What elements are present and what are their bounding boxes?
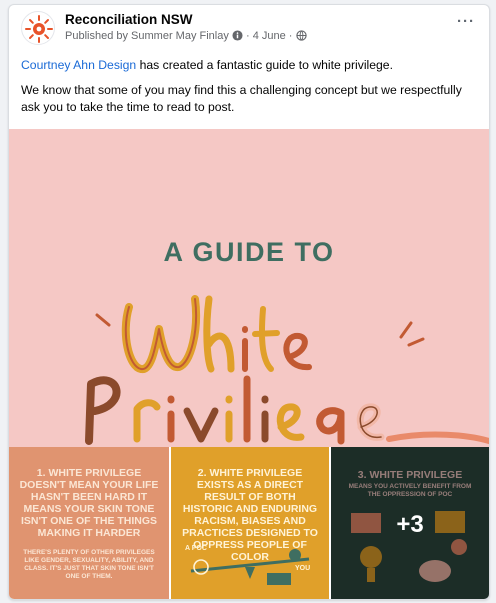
- tile-image-1[interactable]: 1. WHITE PRIVILEGE DOESN'T MEAN YOUR LIF…: [9, 447, 169, 599]
- post-header: Reconciliation NSW Published by Summer M…: [9, 5, 489, 49]
- tile-2-label-a: A POC: [185, 545, 207, 552]
- post-text: Courtney Ahn Design has created a fantas…: [21, 57, 481, 124]
- tile-1-body: THERE'S PLENTY OF OTHER PRIVILEGES LIKE …: [23, 549, 155, 580]
- tile-image-2[interactable]: 2. WHITE PRIVILEGE EXISTS AS A DIRECT RE…: [171, 447, 329, 599]
- page-name[interactable]: Reconciliation NSW: [65, 12, 193, 27]
- tile-image-3[interactable]: 3. WHITE PRIVILEGE MEANS YOU ACTIVELY BE…: [331, 447, 489, 599]
- more-photos-count[interactable]: +3: [331, 511, 489, 539]
- post-line-1: has created a fantastic guide to white p…: [136, 58, 393, 72]
- white-privilege-lettering: [85, 295, 489, 445]
- post-card: Reconciliation NSW Published by Summer M…: [8, 4, 490, 600]
- page-avatar[interactable]: [21, 11, 55, 45]
- globe-icon: [295, 30, 307, 44]
- published-by[interactable]: Published by Summer May Finlay: [65, 30, 229, 42]
- post-meta: Published by Summer May Finlay · 4 June …: [65, 30, 307, 44]
- tile-1-title: 1. WHITE PRIVILEGE DOESN'T MEAN YOUR LIF…: [19, 467, 159, 539]
- hero-image[interactable]: A GUIDE TO: [9, 129, 489, 447]
- tile-2-label-b: YOU: [295, 565, 311, 572]
- more-options-button[interactable]: ···: [457, 13, 475, 30]
- post-date[interactable]: 4 June: [253, 30, 286, 42]
- info-icon[interactable]: [232, 30, 243, 44]
- mention-link[interactable]: Courtney Ahn Design: [21, 58, 136, 72]
- post-line-2: We know that some of you may find this a…: [21, 83, 462, 114]
- image-tiles: 1. WHITE PRIVILEGE DOESN'T MEAN YOUR LIF…: [9, 447, 489, 599]
- sun-logo-icon: [25, 15, 53, 43]
